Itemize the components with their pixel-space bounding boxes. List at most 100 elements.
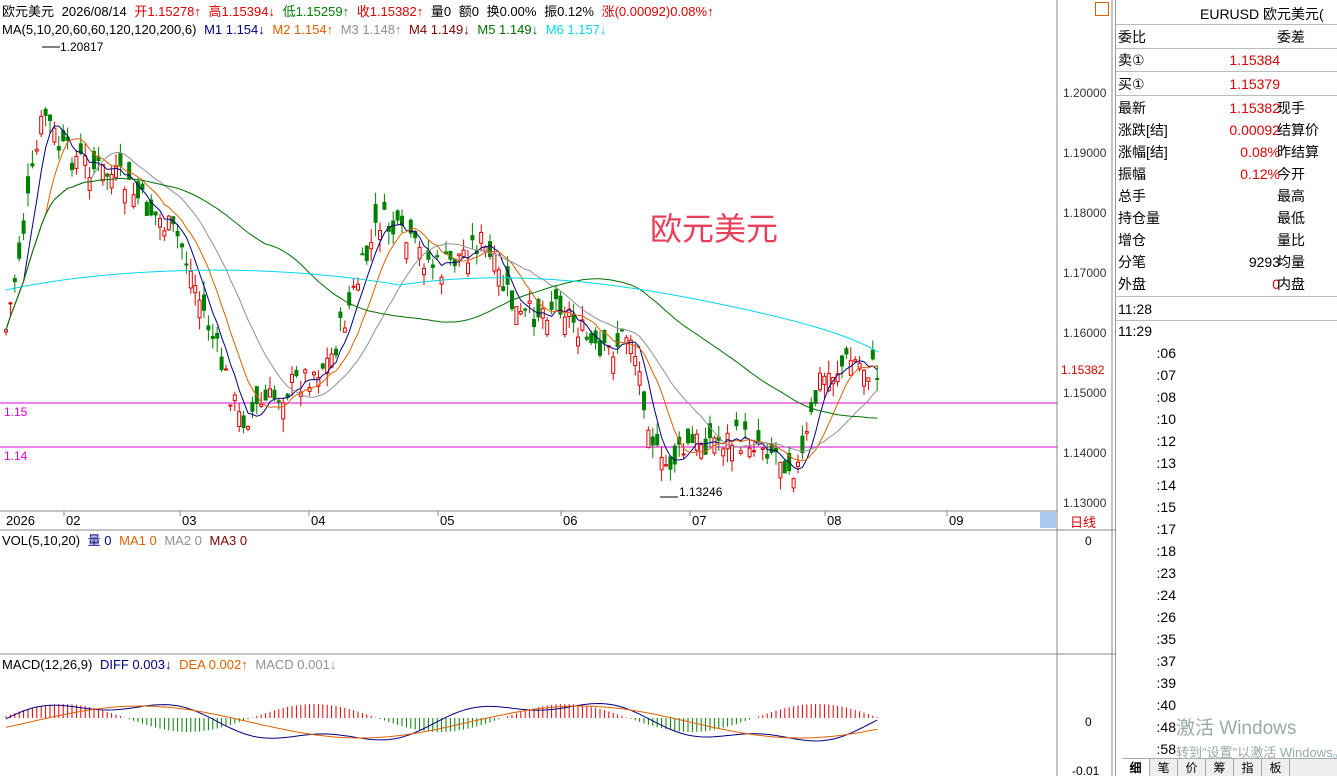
candle-body [470, 235, 475, 241]
candle-body [492, 253, 497, 272]
candle-body [796, 461, 800, 467]
vol-ma1: MA1 0 [119, 533, 157, 548]
candle-body [34, 148, 39, 152]
vol-v: 量 0 [87, 533, 112, 548]
panel-tabs: 细笔价筹指板 [1122, 758, 1337, 776]
header-volume: 量0 [430, 4, 452, 19]
candle-body [342, 327, 347, 333]
tick-time: 11:28 [1118, 301, 1152, 317]
tick-time: :15 [1156, 499, 1176, 515]
ma-m1: M1 1.154↓ [204, 22, 265, 37]
candle-body [791, 478, 796, 489]
panel-tab[interactable]: 笔 [1150, 759, 1178, 776]
price-tick: 1.13000 [1063, 496, 1107, 510]
candle-body [369, 242, 374, 250]
candle-body [259, 404, 264, 407]
header-open: 开1.15278↑ [134, 4, 201, 19]
candle-body [395, 210, 400, 221]
macd-label: MACD(12,26,9) [2, 657, 93, 672]
tick-time: :06 [1156, 345, 1176, 361]
tick-time: :07 [1156, 367, 1176, 383]
panel-tab[interactable]: 板 [1262, 759, 1290, 776]
quote-row-label2: 均量 [1277, 254, 1305, 270]
candle-body [290, 373, 294, 383]
ma-m4: M4 1.149↓ [409, 22, 470, 37]
macd-axis-neg: -0.01 [1072, 764, 1100, 776]
low-annotation: 1.13246 [679, 485, 723, 499]
candle-body [294, 369, 299, 377]
hline-label-114: 1.14 [4, 449, 28, 463]
windows-watermark: 激活 Windows [1176, 718, 1297, 739]
quote-row: 总手 最高 [1116, 185, 1337, 207]
candle-body [646, 429, 651, 449]
candle-body [206, 325, 211, 331]
candle-body [272, 389, 277, 399]
candle-body [246, 425, 250, 430]
candle-body [624, 337, 629, 344]
quote-row: 振幅 0.12% 今开 [1116, 163, 1337, 185]
quote-row-value: 0.12% [1240, 166, 1280, 182]
scroll-handle[interactable] [1040, 512, 1056, 528]
tick-time: :08 [1156, 389, 1176, 405]
candle-body [197, 299, 202, 319]
macd-dea: DEA 0.002↑ [179, 657, 248, 672]
candle-body [523, 308, 528, 311]
header-low: 低1.15259↑ [282, 4, 350, 19]
candle-body [844, 348, 849, 355]
candle-body [870, 349, 875, 360]
candle-body [752, 450, 756, 453]
candle-body [215, 332, 220, 339]
quote-row-label: 涨幅[结] [1118, 144, 1168, 160]
panel-tab[interactable]: 细 [1122, 759, 1150, 776]
panel-tab[interactable]: 价 [1178, 759, 1206, 776]
candle-body [633, 356, 638, 367]
time-tick: 07 [692, 513, 707, 528]
quote-header: 欧元美元 2026/08/14 开1.15278↑ 高1.15394↓ 低1.1… [2, 4, 718, 20]
vol-axis-0: 0 [1085, 534, 1092, 548]
sep [1116, 320, 1337, 321]
candle-body [158, 218, 162, 228]
quote-row-label2: 量比 [1277, 232, 1305, 248]
candle-body [109, 173, 114, 189]
high-annotation: 1.20817 [60, 40, 104, 54]
panel-tab[interactable]: 筹 [1206, 759, 1234, 776]
candle-body [800, 435, 805, 454]
tick-time: :48 [1156, 719, 1176, 735]
header-date: 2026/08/14 [61, 4, 127, 19]
period-button[interactable]: 日线 [1070, 512, 1096, 531]
price-tick: 1.16000 [1063, 326, 1107, 340]
tick-time: :26 [1156, 609, 1176, 625]
candle-body [875, 377, 880, 380]
panel-tab[interactable]: 指 [1234, 759, 1262, 776]
panel-title: EURUSD 欧元美元( [1200, 6, 1324, 22]
candle-body [686, 428, 690, 444]
candle-body [721, 448, 726, 457]
candle-body [378, 229, 382, 240]
quote-row-value: 9293 [1248, 254, 1280, 270]
candle-body [466, 262, 470, 275]
candle-body [334, 348, 338, 356]
price-tick: 1.17000 [1063, 266, 1107, 280]
tick-time: :37 [1156, 653, 1176, 669]
candle-body [356, 283, 360, 291]
tick-time: :58 [1156, 741, 1176, 757]
candle-body [122, 189, 127, 204]
candle-body [690, 433, 695, 444]
candle-body [232, 394, 237, 402]
quote-row: 最新 1.15382 现手 [1116, 97, 1337, 119]
expand-icon[interactable] [1095, 2, 1109, 16]
candle-body [518, 310, 523, 315]
quote-row-label: 涨跌[结] [1118, 122, 1168, 138]
candle-body [21, 220, 26, 234]
quote-row-label2: 现手 [1277, 100, 1305, 116]
time-tick: 02 [66, 513, 81, 528]
candle-body [672, 445, 677, 465]
candle-body [320, 363, 325, 369]
candle-body [818, 372, 822, 391]
candle-body [4, 329, 8, 333]
candle-body [514, 306, 519, 326]
quote-row-label: 增仓 [1118, 232, 1146, 248]
candle-body [360, 253, 365, 256]
candle-body [166, 215, 171, 231]
quote-row-value: 0.00092 [1229, 122, 1280, 138]
